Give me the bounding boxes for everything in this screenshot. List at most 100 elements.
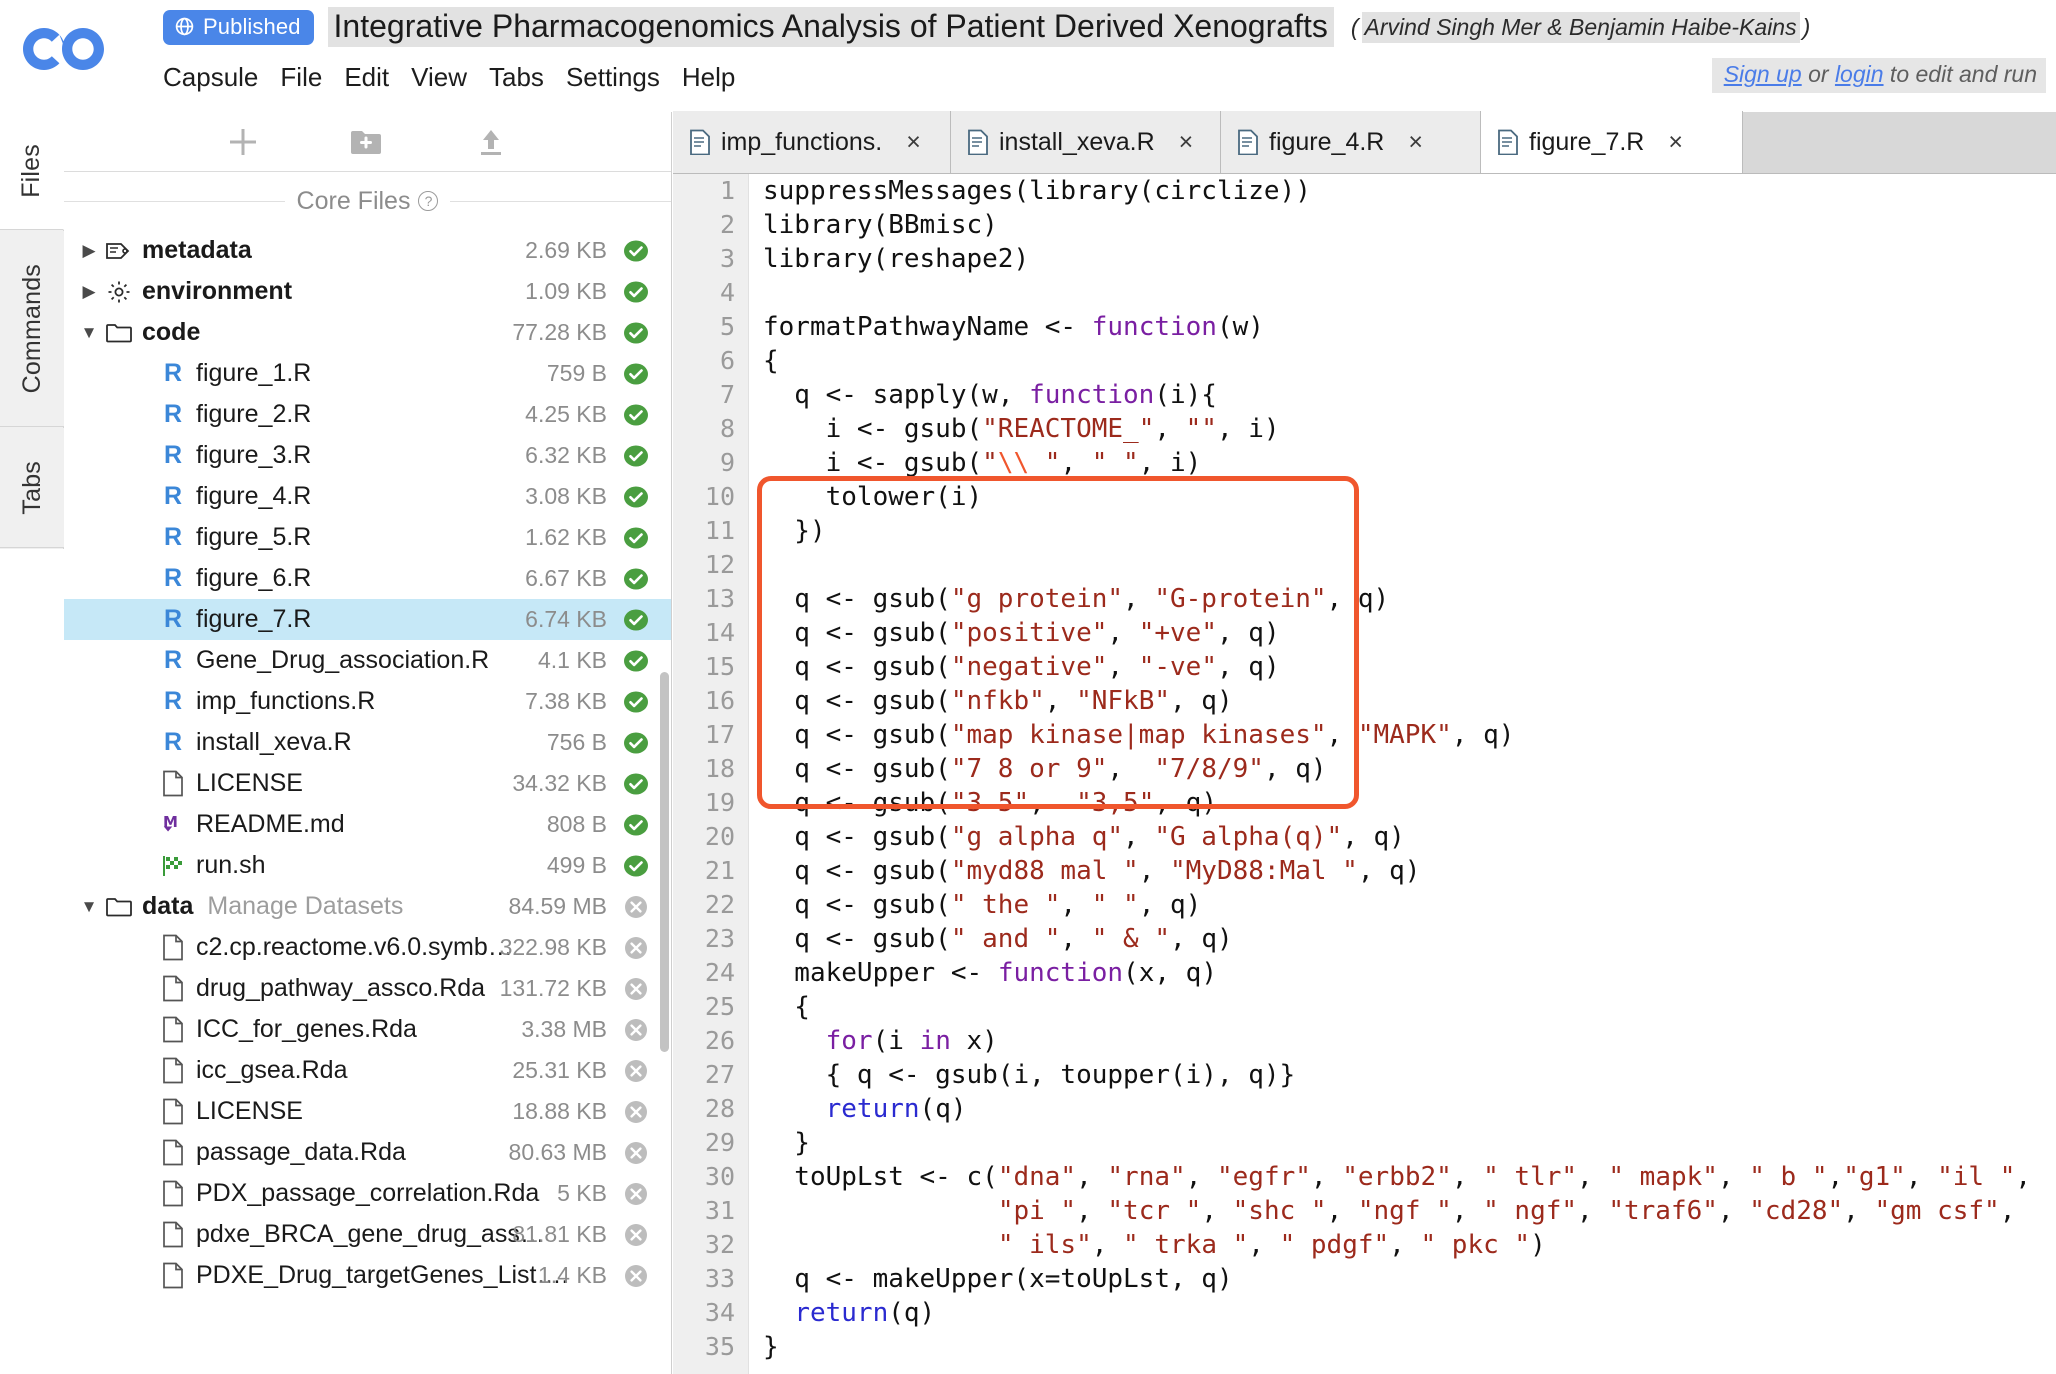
- code-line: }): [763, 516, 826, 546]
- chevron-right-icon[interactable]: ▶: [76, 241, 102, 261]
- new-folder-button[interactable]: [339, 121, 393, 163]
- chevron-down-icon[interactable]: ▼: [76, 323, 102, 343]
- menu-capsule[interactable]: Capsule: [163, 60, 280, 95]
- chevron-down-icon[interactable]: ▼: [76, 897, 102, 917]
- editor-tab-label: install_xeva.R: [999, 127, 1155, 156]
- file-tree-row[interactable]: ▶ environment 1.09 KB: [64, 271, 671, 312]
- file-tree-row[interactable]: LICENSE 18.88 KB: [64, 1091, 671, 1132]
- file-tree-row[interactable]: drug_pathway_assco.Rda 131.72 KB: [64, 968, 671, 1009]
- folder-icon: [102, 322, 136, 344]
- rail-tab-files[interactable]: Files: [0, 112, 64, 230]
- file-status-icon[interactable]: [623, 1263, 649, 1289]
- menu-file[interactable]: File: [280, 60, 344, 95]
- close-icon[interactable]: ×: [1179, 128, 1194, 157]
- codeocean-logo[interactable]: [22, 14, 126, 84]
- line-number: 25: [704, 992, 735, 1021]
- menu-view[interactable]: View: [411, 60, 489, 95]
- file-status-icon[interactable]: [623, 894, 649, 920]
- file-status-icon[interactable]: [623, 812, 649, 838]
- file-status-icon[interactable]: [623, 1181, 649, 1207]
- file-tree-row[interactable]: run.sh 499 B: [64, 845, 671, 886]
- file-tree-row[interactable]: pdxe_BRCA_gene_drug_ass… 81.81 KB: [64, 1214, 671, 1255]
- r-icon: R: [156, 605, 190, 634]
- file-status-icon[interactable]: [623, 730, 649, 756]
- login-link[interactable]: login: [1835, 61, 1884, 87]
- editor-tab[interactable]: figure_7.R ×: [1481, 111, 1743, 173]
- tag-icon: [106, 242, 130, 259]
- file-tree-row[interactable]: Rfigure_7.R 6.74 KB: [64, 599, 671, 640]
- file-tree-row[interactable]: ▼ data Manage Datasets 84.59 MB: [64, 886, 671, 927]
- file-tree-row[interactable]: Rimp_functions.R 7.38 KB: [64, 681, 671, 722]
- file-panel-scrollbar[interactable]: [660, 672, 669, 1052]
- file-tree-row[interactable]: Rfigure_4.R 3.08 KB: [64, 476, 671, 517]
- file-status-icon[interactable]: [623, 976, 649, 1002]
- file-status-icon[interactable]: [623, 1222, 649, 1248]
- file-status-icon[interactable]: [623, 484, 649, 510]
- file-status-icon[interactable]: [623, 361, 649, 387]
- code-line: q <- sapply(w, function(i){: [763, 380, 1217, 410]
- question-icon[interactable]: ?: [418, 191, 439, 211]
- file-status-icon[interactable]: [623, 1099, 649, 1125]
- file-tree-row[interactable]: PDX_passage_correlation.Rda 5 KB: [64, 1173, 671, 1214]
- file-tree-row[interactable]: M README.md 808 B: [64, 804, 671, 845]
- file-size: 499 B: [546, 852, 607, 878]
- file-tree-row[interactable]: ▼ code 77.28 KB: [64, 312, 671, 353]
- file-status-icon[interactable]: [623, 320, 649, 346]
- file-status-icon[interactable]: [623, 1140, 649, 1166]
- file-status-icon[interactable]: [623, 607, 649, 633]
- file-icon: [163, 1180, 183, 1207]
- rail-tab-commands[interactable]: Commands: [0, 231, 64, 427]
- file-status-icon[interactable]: [623, 1017, 649, 1043]
- left-rail: Files Commands Tabs: [0, 112, 64, 1374]
- file-status-icon[interactable]: [623, 853, 649, 879]
- file-status-icon[interactable]: [623, 689, 649, 715]
- line-number: 30: [704, 1162, 735, 1191]
- file-status-icon[interactable]: [623, 443, 649, 469]
- file-tree-row[interactable]: icc_gsea.Rda 25.31 KB: [64, 1050, 671, 1091]
- file-tree-row[interactable]: Rfigure_1.R 759 B: [64, 353, 671, 394]
- menu-edit[interactable]: Edit: [344, 60, 411, 95]
- file-tree-row[interactable]: passage_data.Rda 80.63 MB: [64, 1132, 671, 1173]
- file-status-icon[interactable]: [623, 279, 649, 305]
- file-status-icon[interactable]: [623, 525, 649, 551]
- file-status-icon[interactable]: [623, 1058, 649, 1084]
- signup-link[interactable]: Sign up: [1724, 61, 1802, 87]
- menu-help[interactable]: Help: [682, 60, 757, 95]
- source-code[interactable]: suppressMessages(library(circlize)) libra…: [749, 174, 2056, 1374]
- add-file-button[interactable]: [216, 121, 270, 163]
- file-tree-row[interactable]: PDXE_Drug_targetGenes_List…. 1.4 KB: [64, 1255, 671, 1296]
- file-status-icon[interactable]: [623, 402, 649, 428]
- file-status-icon[interactable]: [623, 648, 649, 674]
- editor-tab[interactable]: imp_functions. ×: [673, 111, 951, 173]
- editor-tab[interactable]: figure_4.R ×: [1221, 111, 1481, 173]
- file-tree-row[interactable]: Rfigure_5.R 1.62 KB: [64, 517, 671, 558]
- file-tree-row[interactable]: Rfigure_3.R 6.32 KB: [64, 435, 671, 476]
- close-icon[interactable]: ×: [1668, 128, 1683, 157]
- file-status-icon[interactable]: [623, 935, 649, 961]
- authors-open-paren: (: [1350, 13, 1359, 40]
- file-icon: [163, 934, 183, 961]
- editor-tab[interactable]: install_xeva.R ×: [951, 111, 1221, 173]
- file-tree-row[interactable]: ICC_for_genes.Rda 3.38 MB: [64, 1009, 671, 1050]
- menu-settings[interactable]: Settings: [566, 60, 682, 95]
- chevron-right-icon[interactable]: ▶: [76, 282, 102, 302]
- file-tree-row[interactable]: LICENSE 34.32 KB: [64, 763, 671, 804]
- rail-tab-tabs[interactable]: Tabs: [0, 428, 64, 548]
- file-tree-row[interactable]: c2.cp.reactome.v6.0.symb… 322.98 KB: [64, 927, 671, 968]
- file-status-icon[interactable]: [623, 566, 649, 592]
- file-status-icon[interactable]: [623, 771, 649, 797]
- upload-button[interactable]: [464, 121, 518, 163]
- file-status-icon[interactable]: [623, 238, 649, 264]
- code-line: q <- gsub("negative", "-ve", q): [763, 652, 1280, 682]
- file-tree-row[interactable]: R Gene_Drug_association.R 4.1 KB: [64, 640, 671, 681]
- code-line: formatPathwayName <- function(w): [763, 312, 1264, 342]
- file-tree-row[interactable]: Rinstall_xeva.R 756 B: [64, 722, 671, 763]
- manage-datasets-link[interactable]: Manage Datasets: [207, 892, 403, 921]
- close-icon[interactable]: ×: [906, 128, 921, 157]
- file-tree-row[interactable]: Rfigure_2.R 4.25 KB: [64, 394, 671, 435]
- menu-tabs[interactable]: Tabs: [489, 60, 566, 95]
- file-tree-row[interactable]: ▶ metadata 2.69 KB: [64, 230, 671, 271]
- file-tree-row[interactable]: Rfigure_6.R 6.67 KB: [64, 558, 671, 599]
- file-size: 322.98 KB: [499, 934, 607, 960]
- close-icon[interactable]: ×: [1408, 128, 1423, 157]
